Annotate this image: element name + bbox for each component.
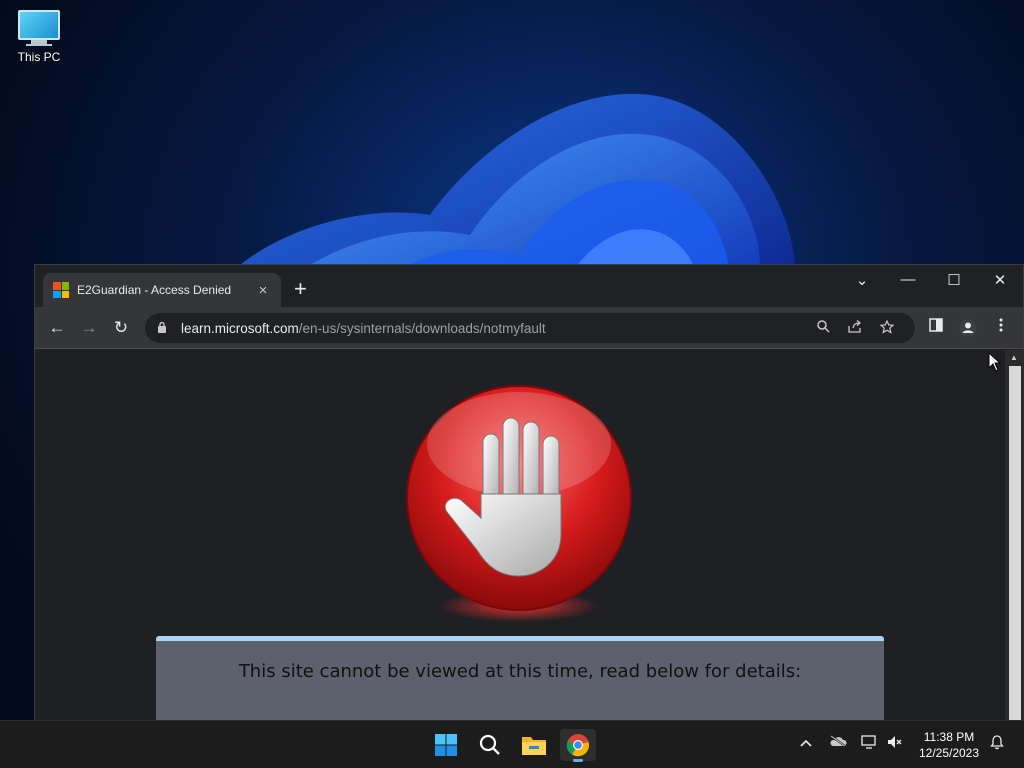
tab-title: E2Guardian - Access Denied — [77, 283, 232, 297]
back-button[interactable]: ← — [47, 318, 67, 338]
onedrive-offline-icon[interactable] — [827, 735, 849, 750]
menu-icon[interactable] — [991, 318, 1011, 335]
monitor-icon — [18, 10, 60, 40]
volume-muted-icon[interactable] — [884, 735, 906, 752]
profile-icon[interactable] — [958, 318, 978, 341]
tab-close-icon[interactable]: × — [255, 282, 271, 299]
new-tab-button[interactable]: + — [294, 278, 307, 300]
access-denied-message: This site cannot be viewed at this time,… — [238, 661, 802, 682]
forward-button[interactable]: → — [79, 318, 99, 338]
url-text[interactable]: learn.microsoft.com/en-us/sysinternals/d… — [181, 321, 807, 336]
scroll-up-icon[interactable]: ▲ — [1010, 353, 1018, 362]
address-bar[interactable]: learn.microsoft.com/en-us/sysinternals/d… — [145, 313, 915, 343]
browser-window: E2Guardian - Access Denied × + ⌄ — ☐ ✕ ←… — [34, 264, 1024, 721]
message-panel: This site cannot be viewed at this time,… — [156, 636, 884, 721]
tab-e2guardian[interactable]: E2Guardian - Access Denied × — [43, 273, 281, 307]
side-panel-icon[interactable] — [926, 318, 946, 335]
browser-toolbar: ← → ↻ learn.microsoft.com/en-us/sysinter… — [35, 307, 1023, 349]
bookmark-star-icon[interactable] — [871, 319, 903, 337]
clock-time: 11:38 PM — [923, 730, 975, 744]
file-explorer-icon[interactable] — [516, 729, 552, 761]
system-clock[interactable]: 11:38 PM 12/25/2023 — [912, 729, 986, 761]
title-bar: E2Guardian - Access Denied × + ⌄ — ☐ ✕ — [35, 265, 1023, 307]
maximize-button[interactable]: ☐ — [942, 271, 966, 289]
page-content: This site cannot be viewed at this time,… — [35, 350, 1005, 721]
microsoft-logo-icon — [53, 282, 69, 298]
scrollbar-thumb[interactable] — [1009, 366, 1021, 721]
tab-search-dropdown-icon[interactable]: ⌄ — [850, 271, 874, 289]
share-icon[interactable] — [839, 320, 871, 336]
desktop-icon-label: This PC — [17, 50, 61, 64]
mouse-cursor-icon — [988, 352, 1002, 372]
url-path: /en-us/sysinternals/downloads/notmyfault — [298, 320, 546, 336]
minimize-button[interactable]: — — [896, 271, 920, 288]
clock-date: 12/25/2023 — [918, 746, 980, 760]
stop-hand-icon — [406, 385, 632, 622]
reload-button[interactable]: ↻ — [111, 318, 131, 338]
lock-icon[interactable] — [157, 321, 171, 336]
close-window-button[interactable]: ✕ — [988, 271, 1012, 289]
notification-bell-icon[interactable] — [986, 735, 1008, 753]
start-icon[interactable] — [428, 729, 464, 761]
vertical-scrollbar[interactable]: ▲ — [1005, 350, 1024, 721]
taskbar: 11:38 PM 12/25/2023 — [0, 720, 1024, 768]
active-indicator — [573, 759, 583, 762]
network-icon[interactable] — [858, 735, 880, 752]
search-icon[interactable] — [472, 729, 508, 761]
chrome-icon[interactable] — [560, 729, 596, 762]
url-domain: learn.microsoft.com — [181, 320, 299, 336]
desktop-icon-this-pc[interactable]: This PC — [10, 10, 68, 64]
zoom-icon[interactable] — [807, 320, 839, 336]
chevron-up-icon[interactable] — [795, 735, 817, 750]
